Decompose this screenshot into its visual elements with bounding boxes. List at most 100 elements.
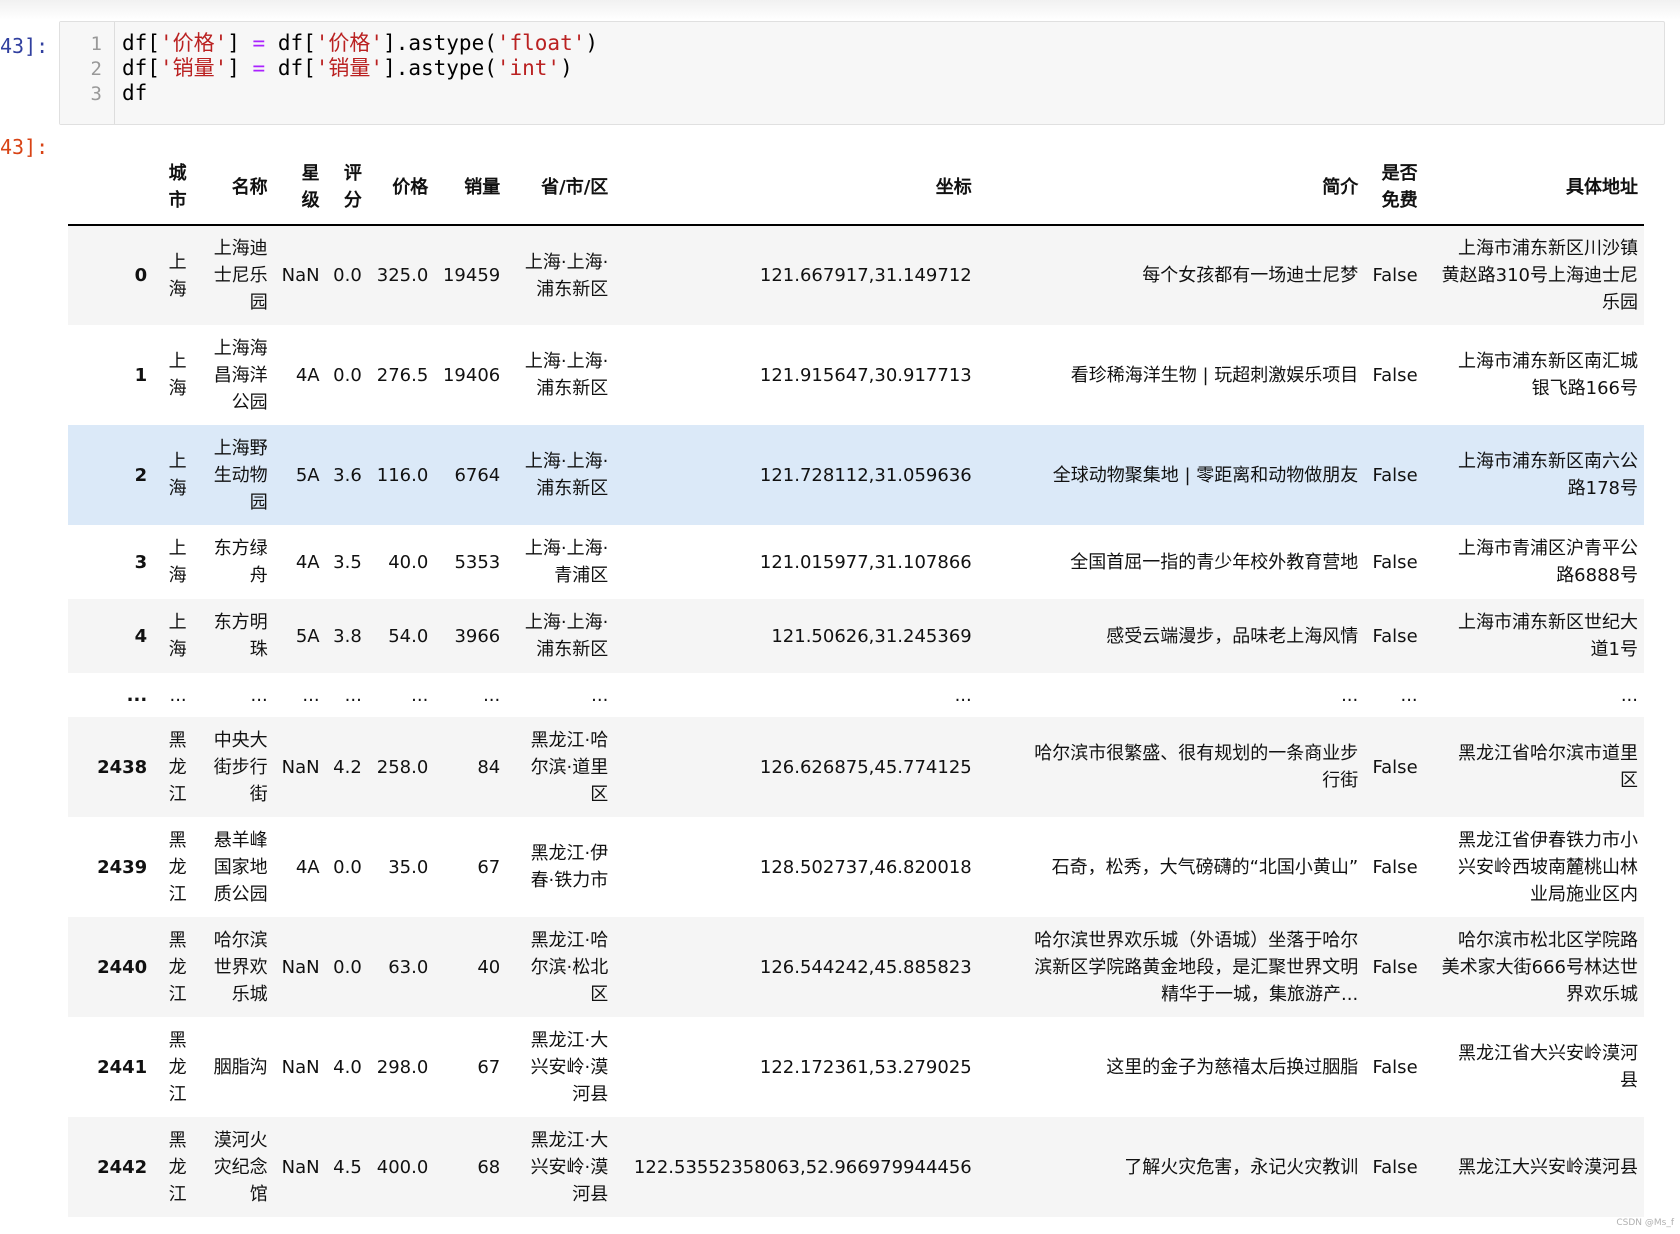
column-header: 城 市 — [153, 150, 193, 226]
table-cell: 上 海 — [168, 351, 187, 399]
table-cell: 3.6 — [333, 464, 362, 486]
row-index: ... — [126, 684, 148, 706]
table-cell: 122.53552358063,52.966979944456 — [633, 1156, 972, 1178]
row-index: 0 — [134, 265, 148, 286]
table-cell: 上 海 — [168, 251, 187, 300]
table-cell: 4A — [295, 551, 320, 573]
table-cell: 黑 龙 江 — [168, 1129, 187, 1205]
column-header: 省/市/区 — [506, 150, 615, 226]
code-line-1[interactable]: df['价格'] = df['价格'].astype('float') — [122, 30, 598, 57]
table-cell: 116.0 — [376, 464, 429, 486]
table-cell: 上海·上海· 浦东新区 — [524, 612, 609, 660]
row-index: 2438 — [97, 756, 148, 778]
table-cell: 3966 — [454, 625, 501, 647]
table-row: 4 上 海 东方明 珠 5A 3.8 54.0 3966 上海·上海· 浦东新区 121.506… — [68, 599, 1644, 673]
code-line-2[interactable]: df['销量'] = df['销量'].astype('int') — [122, 55, 573, 82]
table-cell: 0.0 — [333, 265, 362, 286]
table-cell: False — [1372, 1156, 1418, 1178]
table-cell: 黑龙江·大 兴安岭·漠 河县 — [530, 1029, 609, 1105]
table-cell: False — [1372, 464, 1418, 486]
code-cell[interactable]: 1 2 3 df['价格'] = df['价格'].astype('float'… — [59, 21, 1665, 125]
table-cell: 上海市浦东新区世纪大 道1号 — [1458, 612, 1638, 660]
table-row: 2442 黑 龙 江 漠河火 灾纪念 馆 NaN 4.5 400.0 68 黑龙江·大 兴安岭… — [68, 1117, 1644, 1217]
table-cell: 5A — [295, 625, 320, 647]
row-index: 2441 — [97, 1056, 148, 1078]
table-cell: 121.015977,31.107866 — [759, 551, 972, 573]
code-token: df[ — [122, 56, 160, 80]
table-cell: 了解火灾危害，永记火灾教训 — [1124, 1156, 1359, 1178]
table-cell: 感受云端漫步，品味老上海风情 — [1106, 625, 1359, 647]
table-row: 2440 黑 龙 江 哈尔滨 世界欢 乐城 NaN 0.0 63.0 40 黑龙江·哈 尔滨·… — [68, 917, 1644, 1017]
table-cell: 黑龙江·大 兴安岭·漠 河县 — [530, 1129, 609, 1205]
table-cell: NaN — [281, 1056, 320, 1078]
table-cell: NaN — [281, 956, 320, 978]
column-header: 评 分 — [325, 150, 368, 226]
table-row: 2438 黑 龙 江 中央大 街步行 街 NaN 4.2 258.0 84 黑龙江·哈 尔滨·… — [68, 717, 1644, 817]
table-cell: 悬羊峰 国家地 质公园 — [213, 829, 268, 905]
table-cell: 全球动物聚集地 | 零距离和动物做朋友 — [1052, 464, 1359, 486]
table-cell: ... — [1620, 684, 1638, 706]
table-cell: 400.0 — [376, 1156, 429, 1178]
table-row: 1 上 海 上海海 昌海洋 公园 4A 0.0 276.5 19406 上海·上海· 浦东新区… — [68, 325, 1644, 425]
table-row: 2439 黑 龙 江 悬羊峰 国家地 质公园 4A 0.0 35.0 67 黑龙江·伊 春·铁… — [68, 817, 1644, 917]
line-number-gutter: 1 2 3 — [60, 22, 115, 124]
row-index: 2442 — [97, 1156, 148, 1178]
index-header — [68, 150, 154, 226]
dataframe-table: 城 市 名称 星 级 评 分 价格 销量 省/市/区 坐标 简介 是否 免费 具… — [68, 150, 1644, 1217]
table-cell: 4.2 — [333, 756, 362, 778]
table-cell: 上海·上海· 青浦区 — [524, 538, 609, 586]
table-cell: 漠河火 灾纪念 馆 — [213, 1129, 268, 1205]
code-line-3[interactable]: df — [122, 80, 147, 107]
table-cell: 126.626875,45.774125 — [759, 756, 972, 778]
table-cell: 19406 — [442, 364, 501, 386]
column-header: 坐标 — [614, 150, 978, 226]
column-header: 是否 免费 — [1364, 150, 1424, 226]
table-body: 0 上 海 上海迪 士尼乐 园 NaN 0.0 325.0 19459 上海·上海· 浦东新区… — [68, 225, 1644, 1217]
column-header: 销量 — [434, 150, 507, 226]
table-row: 2 上 海 上海野 生动物 园 5A 3.6 116.0 6764 上海·上海· 浦东新区 12… — [68, 425, 1644, 525]
table-cell: ... — [344, 684, 362, 706]
table-cell: 黑 龙 江 — [168, 1029, 187, 1105]
table-cell: 黑龙江大兴安岭漠河县 — [1458, 1156, 1638, 1178]
line-number: 2 — [90, 58, 102, 80]
output-prompt: 43]: — [0, 135, 49, 159]
table-cell: 哈尔滨 世界欢 乐城 — [213, 929, 268, 1005]
table-cell: False — [1372, 551, 1418, 573]
code-token: ].astype( — [383, 31, 497, 55]
code-string: '价格' — [159, 31, 228, 55]
code-string: '销量' — [315, 56, 384, 80]
row-index: 2439 — [97, 856, 148, 878]
table-cell: 上海市青浦区沪青平公 路6888号 — [1458, 538, 1638, 586]
table-cell: 上海·上海· 浦东新区 — [524, 351, 609, 399]
table-cell: 3.8 — [333, 625, 362, 647]
table-cell: 每个女孩都有一场迪士尼梦 — [1142, 265, 1359, 286]
table-cell: 121.915647,30.917713 — [759, 364, 972, 386]
code-token: ) — [585, 31, 599, 55]
code-token: ].astype( — [383, 56, 497, 80]
table-cell: 黑龙江·哈 尔滨·松北 区 — [530, 929, 609, 1005]
table-cell: 3.5 — [333, 551, 362, 573]
table-cell: 上海海 昌海洋 公园 — [213, 337, 268, 413]
line-number: 3 — [90, 83, 102, 105]
ellipsis-row: .................................... — [68, 673, 1644, 717]
table-cell: 67 — [477, 1056, 501, 1078]
table-cell: 黑 龙 江 — [168, 729, 187, 805]
table-cell: 67 — [477, 856, 501, 878]
watermark: CSDN @Ms_f — [1616, 1218, 1674, 1228]
code-token: df[ — [265, 31, 316, 55]
table-cell: 122.172361,53.279025 — [759, 1056, 972, 1078]
code-operator: = — [252, 56, 266, 80]
table-cell: 68 — [477, 1156, 501, 1178]
table-cell: 54.0 — [388, 625, 429, 647]
table-cell: 上海市浦东新区南六公 路178号 — [1458, 451, 1638, 499]
code-string: 'float' — [496, 31, 586, 55]
table-cell: 126.544242,45.885823 — [759, 956, 972, 978]
table-cell: 石奇，松秀，大气磅礴的“北国小黄山” — [1051, 856, 1359, 878]
table-cell: 0.0 — [333, 856, 362, 878]
table-cell: ... — [1341, 684, 1359, 706]
table-cell: 84 — [477, 756, 501, 778]
table-cell: 上海市浦东新区南汇城 银飞路166号 — [1458, 351, 1638, 399]
column-header: 简介 — [977, 150, 1365, 226]
table-cell: NaN — [281, 265, 320, 286]
row-index: 4 — [134, 625, 148, 647]
